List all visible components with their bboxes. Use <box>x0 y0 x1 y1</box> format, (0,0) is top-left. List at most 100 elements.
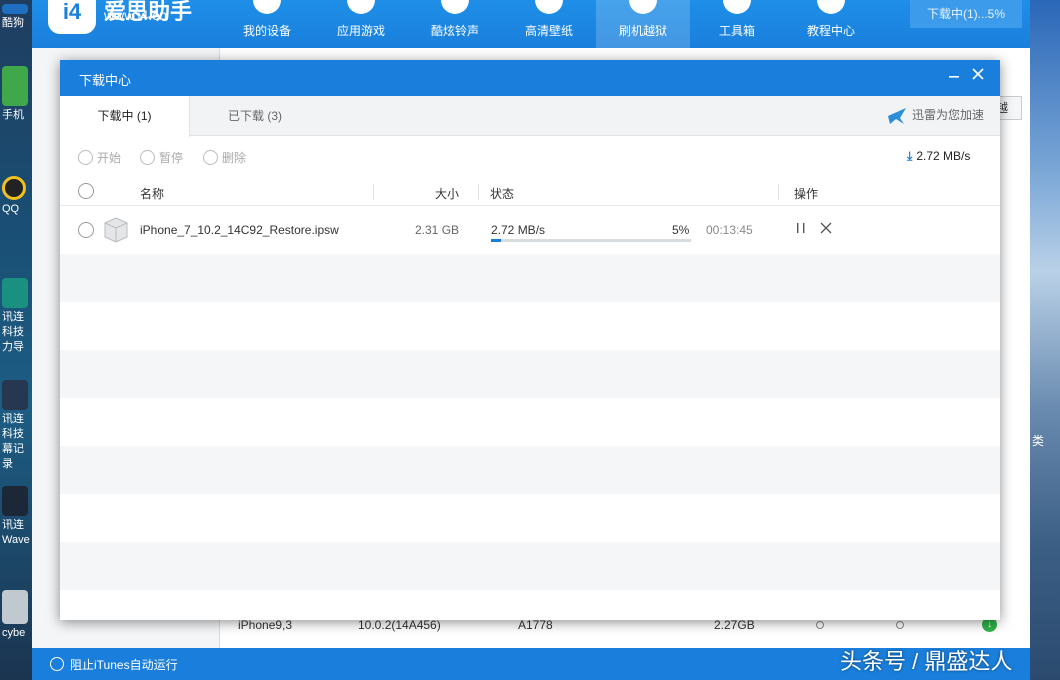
download-file-name: iPhone_7_10.2_14C92_Restore.ipsw <box>140 223 339 237</box>
device-icon <box>253 0 281 14</box>
delete-icon <box>203 150 218 165</box>
column-size: 大小 <box>435 187 460 201</box>
list-stripe <box>60 590 1000 620</box>
list-stripe <box>60 542 1000 590</box>
nav-wallpapers[interactable]: 高清壁纸 <box>502 0 596 48</box>
firmware-version: 10.0.2(14A456) <box>358 618 441 632</box>
nav-label: 刷机越狱 <box>618 24 667 38</box>
desktop-icon-label: 讯连Wave <box>2 519 30 546</box>
desktop-icon-screen-recorder[interactable]: 讯连科技幕记录 <box>2 380 30 472</box>
xunlei-bird-icon <box>888 108 906 124</box>
list-stripe <box>60 254 1000 302</box>
nav-apps-games[interactable]: 应用游戏 <box>314 0 408 48</box>
minimize-icon <box>949 76 959 78</box>
close-button[interactable] <box>966 62 990 86</box>
nav-my-device[interactable]: 我的设备 <box>220 0 314 48</box>
download-time-remaining: 00:13:45 <box>706 223 753 237</box>
column-separator <box>373 184 374 200</box>
nav-tutorials[interactable]: 教程中心 <box>784 0 878 48</box>
desktop-right-label: 类 <box>1032 434 1045 448</box>
list-stripe <box>60 446 1000 494</box>
desktop-icon-kugou[interactable]: 酷狗 <box>2 4 30 31</box>
toolbox-icon <box>723 0 751 14</box>
wallpaper-icon <box>535 0 563 14</box>
block-itunes-label: 阻止iTunes自动运行 <box>70 658 178 672</box>
nav-ringtones[interactable]: 酷炫铃声 <box>408 0 502 48</box>
firmware-model: iPhone9,3 <box>238 618 293 632</box>
xunlei-accelerate[interactable]: 迅雷为您加速 <box>886 106 984 126</box>
select-all-radio[interactable] <box>78 183 94 199</box>
column-actions: 操作 <box>794 187 819 201</box>
nav-flash-jailbreak[interactable]: 刷机越狱 <box>596 0 690 48</box>
i4-logo-icon: i4 <box>48 0 96 34</box>
nav-label: 教程中心 <box>806 24 855 38</box>
download-table-header: 名称 大小 状态 操作 <box>60 178 1000 206</box>
column-separator <box>478 184 479 200</box>
download-list: iPhone_7_10.2_14C92_Restore.ipsw 2.31 GB… <box>60 206 1000 620</box>
desktop-icon-label: 讯连科技力导 <box>2 311 24 353</box>
close-icon <box>972 68 984 80</box>
kugou-icon <box>2 4 28 14</box>
qq-icon <box>2 176 26 200</box>
phone-app-icon <box>2 66 28 106</box>
row-delete-button[interactable] <box>818 220 834 239</box>
firmware-option-radio[interactable] <box>896 621 904 629</box>
cyberlink-icon <box>2 590 28 624</box>
nav-label: 高清壁纸 <box>524 24 573 38</box>
nav-toolbox[interactable]: 工具箱 <box>690 0 784 48</box>
firmware-size: 2.27GB <box>714 618 755 632</box>
wave-icon <box>2 486 28 516</box>
flash-icon <box>629 0 657 14</box>
dialog-tabs: 下载中 (1) 已下载 (3) 迅雷为您加速 <box>60 96 1000 137</box>
list-stripe <box>60 350 1000 398</box>
column-separator <box>778 184 779 200</box>
xunlei-label: 迅雷为您加速 <box>912 108 985 123</box>
download-progress-chip[interactable]: 下载中(1)...5% <box>910 0 1022 28</box>
pause-icon <box>797 223 805 233</box>
apps-icon <box>347 0 375 14</box>
block-itunes-checkbox[interactable] <box>50 657 64 671</box>
desktop-icon-qq[interactable]: QQ <box>2 176 30 217</box>
screen-recorder-icon <box>2 380 28 410</box>
nav-label: 我的设备 <box>242 24 291 38</box>
delete-button[interactable]: 删除 <box>203 149 246 166</box>
download-speed: 2.72 MB/s <box>491 223 546 237</box>
app-url: www.i4.cn <box>104 7 168 23</box>
play-icon <box>78 150 93 165</box>
app-header: i4 爱思助手 www.i4.cn 我的设备 应用游戏 酷炫铃声 高清壁纸 刷机… <box>32 0 1030 48</box>
desktop-icon-label: 手机 <box>2 109 24 121</box>
pause-label: 暂停 <box>159 151 184 165</box>
power-director-icon <box>2 278 28 308</box>
row-pause-button[interactable] <box>794 220 808 239</box>
column-status: 状态 <box>490 187 515 201</box>
list-stripe <box>60 302 1000 350</box>
column-name: 名称 <box>140 187 165 201</box>
desktop-icon-phone[interactable]: 手机 <box>2 66 30 123</box>
dialog-titlebar: 下载中心 <box>60 60 1000 96</box>
firmware-select-radio[interactable] <box>816 621 824 629</box>
minimize-button[interactable] <box>942 62 966 86</box>
desktop-icon-power-director[interactable]: 讯连科技力导 <box>2 278 30 355</box>
pause-icon <box>140 150 155 165</box>
desktop-icon-wave[interactable]: 讯连Wave <box>2 486 30 548</box>
download-row[interactable]: iPhone_7_10.2_14C92_Restore.ipsw 2.31 GB… <box>60 206 1000 254</box>
list-stripe <box>60 398 1000 446</box>
start-button[interactable]: 开始 <box>78 149 121 166</box>
desktop-icon-cyberlink[interactable]: cybe <box>2 590 30 641</box>
nav-label: 工具箱 <box>718 24 755 38</box>
nav-label: 应用游戏 <box>336 24 385 38</box>
pause-button[interactable]: 暂停 <box>140 149 183 166</box>
download-arrow-icon: ⤓ <box>907 149 913 163</box>
watermark-text: 头条号 / 鼎盛达人 <box>840 649 1013 674</box>
desktop-left-edge: 酷狗 手机 QQ 讯连科技力导 讯连科技幕记录 讯连Wave cybe <box>0 0 32 680</box>
list-stripe <box>60 494 1000 542</box>
desktop-icon-label: 讯连科技幕记录 <box>2 413 24 470</box>
total-speed: ⤓ 2.72 MB/s <box>907 149 970 164</box>
desktop-icon-label: QQ <box>2 203 20 215</box>
row-select-radio[interactable] <box>78 222 94 238</box>
tab-downloaded[interactable]: 已下载 (3) <box>190 96 320 136</box>
close-icon <box>820 222 832 234</box>
tab-downloading[interactable]: 下载中 (1) <box>60 96 190 137</box>
desktop-icon-label: 酷狗 <box>2 17 24 29</box>
desktop-right-edge: 类 <box>1030 0 1060 680</box>
